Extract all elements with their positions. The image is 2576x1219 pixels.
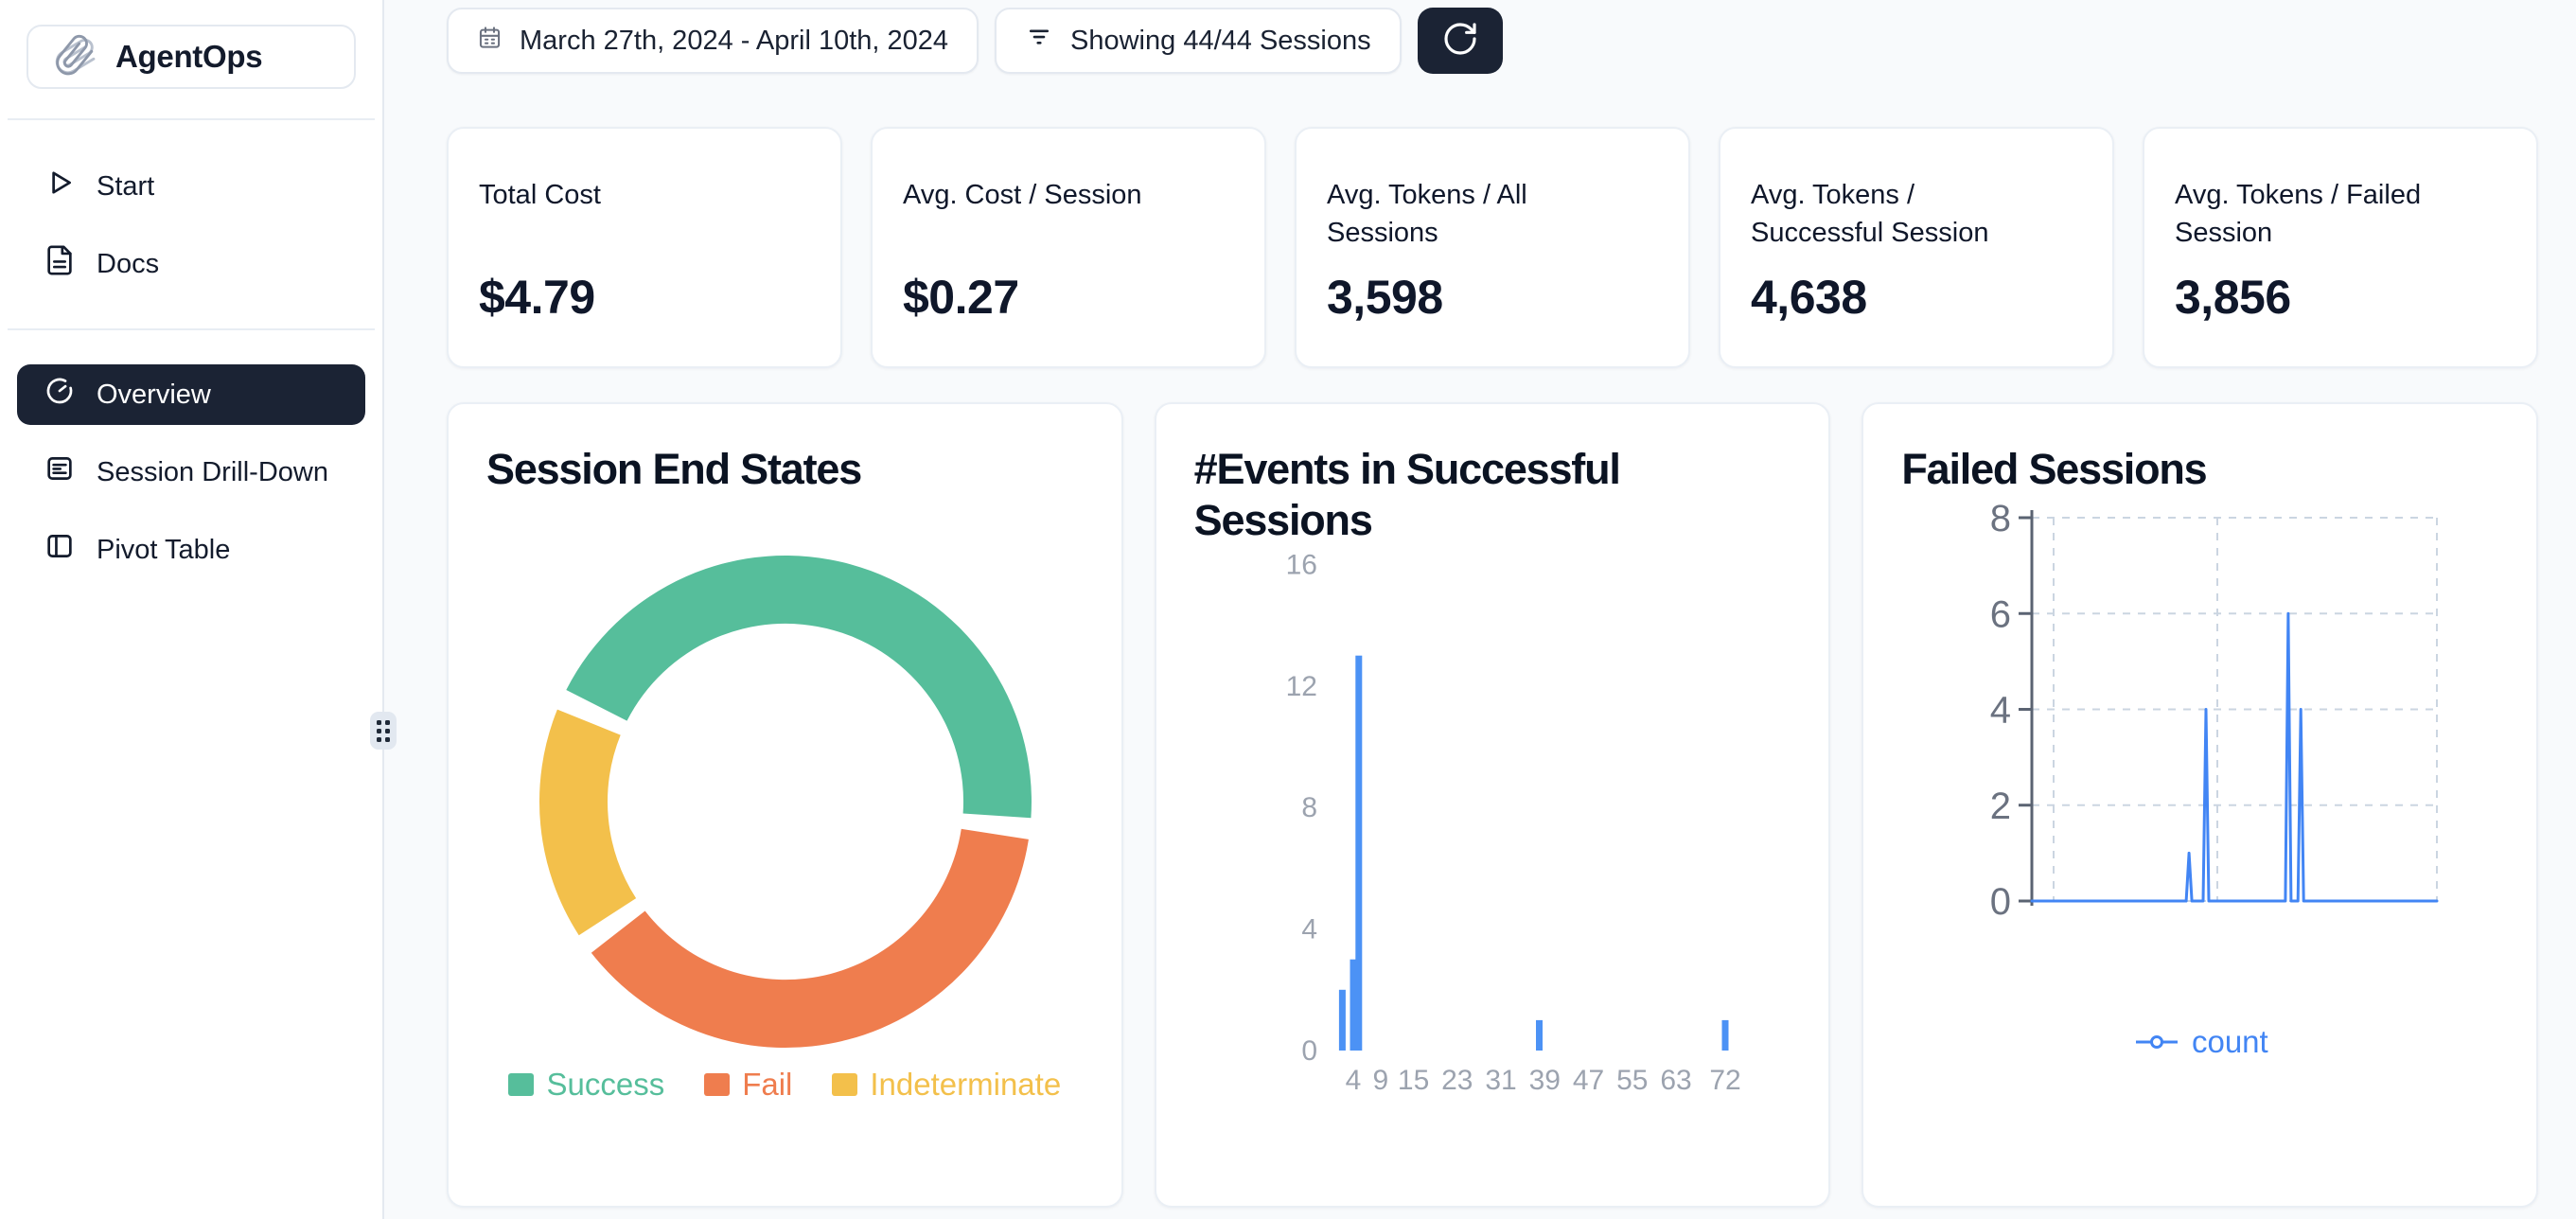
sidebar-item-pivot-table[interactable]: Pivot Table (17, 520, 365, 580)
y-tick-label: 0 (1301, 1035, 1317, 1067)
legend-label: Fail (742, 1067, 792, 1103)
stat-value: $0.27 (903, 270, 1234, 325)
count-line[interactable] (2032, 613, 2437, 901)
y-tick-label: 0 (1990, 881, 2011, 923)
stat-label: Avg. Tokens / Successful Session (1751, 176, 2044, 252)
legend-label: Indeterminate (870, 1067, 1061, 1103)
chart-card-events-successful: #Events in Successful Sessions 048121649… (1155, 402, 1831, 1208)
file-text-icon (44, 244, 76, 284)
stat-card-avg-tokens-failed: Avg. Tokens / Failed Session 3,856 (2143, 127, 2538, 368)
list-box-icon (44, 452, 76, 492)
y-tick-label: 12 (1285, 671, 1316, 702)
stat-card-avg-tokens-successful: Avg. Tokens / Successful Session 4,638 (1719, 127, 2114, 368)
sidebar-item-label: Start (97, 171, 154, 203)
x-tick-label: 4 (1345, 1065, 1361, 1096)
donut-segment-success[interactable] (566, 556, 1032, 818)
logo-box[interactable]: AgentOps (26, 25, 356, 89)
sessions-filter-label: Showing 44/44 Sessions (1070, 26, 1371, 57)
filter-icon (1025, 23, 1053, 59)
stat-value: $4.79 (479, 270, 810, 325)
chart-card-failed-sessions: Failed Sessions 02468 count (1861, 402, 2538, 1208)
legend-item-indeterminate: Indeterminate (832, 1067, 1061, 1103)
donut-segment-indeterminate[interactable] (539, 710, 636, 936)
gauge-icon (44, 375, 76, 415)
charts-row: Session End States Success Fail Indeterm… (447, 402, 2538, 1208)
stat-card-avg-tokens-all: Avg. Tokens / All Sessions 3,598 (1295, 127, 1690, 368)
stat-card-avg-cost-session: Avg. Cost / Session $0.27 (871, 127, 1266, 368)
x-tick-label: 15 (1398, 1065, 1429, 1096)
sidebar-item-label: Overview (97, 380, 211, 411)
date-range-button[interactable]: March 27th, 2024 - April 10th, 2024 (447, 8, 979, 74)
x-tick-label: 39 (1528, 1065, 1560, 1096)
legend-label: count (2192, 1024, 2268, 1060)
main-content: March 27th, 2024 - April 10th, 2024 Show… (384, 0, 2576, 1219)
sidebar-divider (8, 118, 375, 120)
failed-sessions-line-chart: 0 2 4 6 8 (1863, 404, 2538, 1208)
y-tick-label: 2 (1990, 786, 2011, 827)
stat-label: Avg. Tokens / All Sessions (1327, 176, 1620, 252)
sidebar-item-label: Session Drill-Down (97, 457, 328, 488)
stat-value: 3,598 (1327, 270, 1658, 325)
legend-swatch (832, 1073, 857, 1096)
sidebar-item-docs[interactable]: Docs (17, 234, 365, 294)
sidebar: AgentOps Start Docs (0, 0, 384, 1219)
paperclip-logo-icon (53, 33, 97, 81)
sidebar-item-session-drill-down[interactable]: Session Drill-Down (17, 442, 365, 503)
bar-x38[interactable] (1536, 1020, 1543, 1051)
x-tick-label: 47 (1573, 1065, 1604, 1096)
legend-swatch (508, 1073, 534, 1096)
x-tick-label: 63 (1660, 1065, 1691, 1096)
donut-segment-fail[interactable] (591, 829, 1029, 1048)
calendar-icon (477, 25, 503, 58)
x-tick-label: 31 (1485, 1065, 1516, 1096)
stat-label: Avg. Tokens / Failed Session (2175, 176, 2468, 252)
y-tick-label: 8 (1990, 498, 2011, 539)
panel-left-icon (44, 530, 76, 570)
stat-cards-row: Total Cost $4.79 Avg. Cost / Session $0.… (447, 127, 2538, 368)
sidebar-item-label: Pivot Table (97, 535, 230, 566)
bar-x5[interactable] (1355, 656, 1362, 1051)
grip-dots-icon (377, 720, 390, 742)
date-range-label: March 27th, 2024 - April 10th, 2024 (520, 26, 948, 57)
count-legend: count (1863, 1024, 2538, 1060)
stat-card-total-cost: Total Cost $4.79 (447, 127, 842, 368)
topbar: March 27th, 2024 - April 10th, 2024 Show… (447, 8, 2538, 74)
sessions-filter-button[interactable]: Showing 44/44 Sessions (995, 8, 1402, 74)
y-tick-label: 8 (1301, 792, 1317, 823)
y-tick-label: 4 (1301, 914, 1317, 945)
legend-swatch (704, 1073, 730, 1096)
play-icon (44, 167, 76, 206)
y-tick-label: 4 (1990, 690, 2011, 732)
refresh-icon (1441, 20, 1479, 62)
bar-x72[interactable] (1721, 1020, 1728, 1051)
app-title: AgentOps (115, 39, 262, 75)
stat-value: 3,856 (2175, 270, 2506, 325)
y-tick-label: 6 (1990, 593, 2011, 635)
refresh-button[interactable] (1418, 8, 1503, 74)
stat-value: 4,638 (1751, 270, 2082, 325)
x-tick-label: 55 (1616, 1065, 1648, 1096)
sidebar-item-overview[interactable]: Overview (17, 364, 365, 425)
x-tick-label: 9 (1372, 1065, 1388, 1096)
sidebar-item-label: Docs (97, 249, 159, 280)
sidebar-divider (8, 328, 375, 330)
y-tick-label: 16 (1285, 549, 1316, 580)
legend-item-fail: Fail (704, 1067, 792, 1103)
stat-label: Avg. Cost / Session (903, 176, 1196, 214)
line-series-icon (2135, 1024, 2179, 1060)
bar-x2[interactable] (1339, 990, 1346, 1051)
x-tick-label: 23 (1441, 1065, 1473, 1096)
sidebar-item-start[interactable]: Start (17, 156, 365, 217)
sidebar-resize-handle[interactable] (370, 712, 397, 750)
legend-label: Success (546, 1067, 664, 1103)
donut-legend: Success Fail Indeterminate (449, 1067, 1121, 1103)
stat-label: Total Cost (479, 176, 772, 214)
events-bar-chart: 0481216491523313947556372 (1156, 404, 1831, 1208)
x-tick-label: 72 (1709, 1065, 1740, 1096)
chart-card-session-end-states: Session End States Success Fail Indeterm… (447, 402, 1123, 1208)
legend-item-success: Success (508, 1067, 664, 1103)
